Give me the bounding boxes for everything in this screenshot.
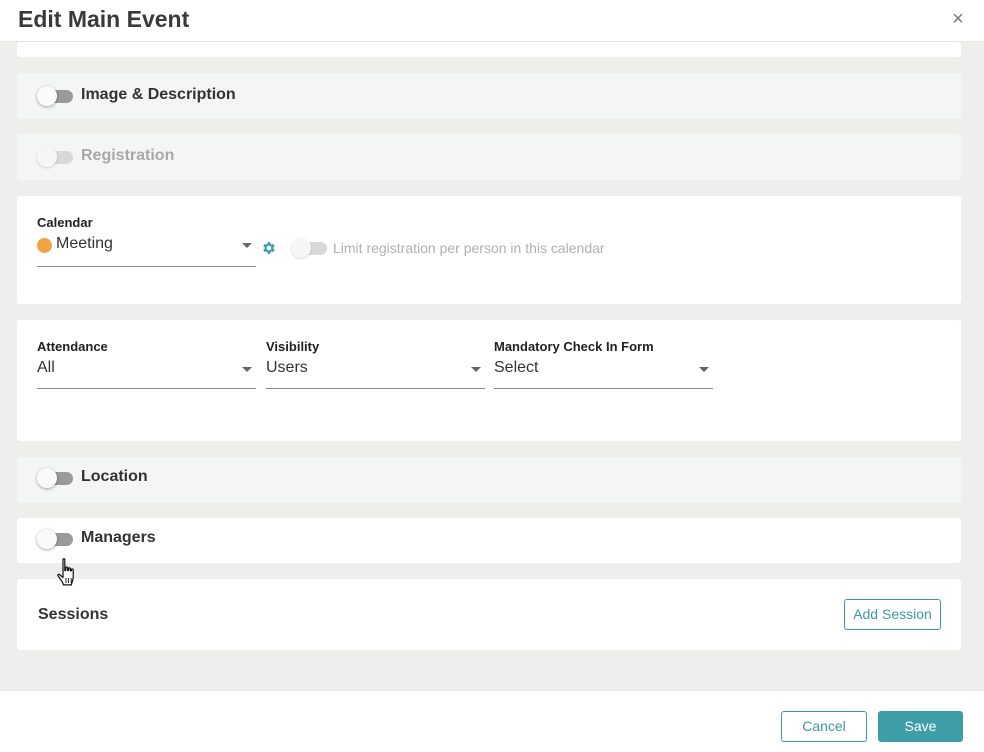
- registration-label: Registration: [81, 147, 175, 164]
- dialog-header: Edit Main Event ×: [0, 0, 984, 42]
- top-card-remnant: [17, 42, 961, 57]
- checkin-form-label: Mandatory Check In Form: [494, 339, 654, 354]
- calendar-value: Meeting: [56, 235, 113, 252]
- managers-toggle[interactable]: [37, 529, 75, 549]
- chevron-down-icon: [699, 367, 709, 372]
- limit-registration-toggle[interactable]: [291, 238, 329, 258]
- calendar-color-dot: [37, 238, 52, 253]
- attendance-label: Attendance: [37, 339, 108, 354]
- checkin-form-select[interactable]: Select: [494, 358, 713, 389]
- image-description-toggle[interactable]: [37, 86, 75, 106]
- visibility-select[interactable]: Users: [266, 358, 485, 389]
- chevron-down-icon: [242, 367, 252, 372]
- attendance-select[interactable]: All: [37, 358, 256, 389]
- gear-icon[interactable]: [261, 240, 277, 256]
- cancel-button[interactable]: Cancel: [781, 711, 867, 742]
- registration-toggle[interactable]: [37, 147, 75, 167]
- add-session-button[interactable]: Add Session: [844, 599, 941, 630]
- image-description-section: Image & Description: [17, 73, 961, 119]
- checkin-form-value: Select: [494, 359, 539, 376]
- registration-section: Registration: [17, 134, 961, 180]
- calendar-select[interactable]: Meeting: [37, 234, 256, 267]
- location-toggle[interactable]: [37, 468, 75, 488]
- image-description-label: Image & Description: [81, 86, 236, 103]
- hand-cursor-icon: [57, 558, 74, 586]
- calendar-section: Calendar Meeting Limit registration per …: [17, 196, 961, 304]
- dialog-footer: Cancel Save: [0, 690, 984, 752]
- calendar-label: Calendar: [37, 215, 93, 230]
- visibility-value: Users: [266, 359, 308, 376]
- chevron-down-icon: [471, 367, 481, 372]
- close-icon[interactable]: ×: [948, 9, 968, 29]
- dialog-title: Edit Main Event: [18, 6, 190, 32]
- managers-section: Managers: [17, 518, 961, 563]
- chevron-down-icon: [242, 243, 252, 248]
- dialog-body[interactable]: Image & Description Registration Calenda…: [0, 42, 984, 690]
- location-label: Location: [81, 468, 148, 485]
- attendance-value: All: [37, 359, 55, 376]
- sessions-section: Sessions Add Session: [17, 579, 961, 650]
- options-section: Attendance All Visibility Users Mandator…: [17, 320, 961, 441]
- limit-registration-label: Limit registration per person in this ca…: [333, 240, 605, 256]
- location-section: Location: [17, 457, 961, 503]
- save-button[interactable]: Save: [878, 711, 963, 742]
- visibility-label: Visibility: [266, 339, 320, 354]
- managers-label: Managers: [81, 529, 156, 546]
- sessions-title: Sessions: [38, 606, 109, 623]
